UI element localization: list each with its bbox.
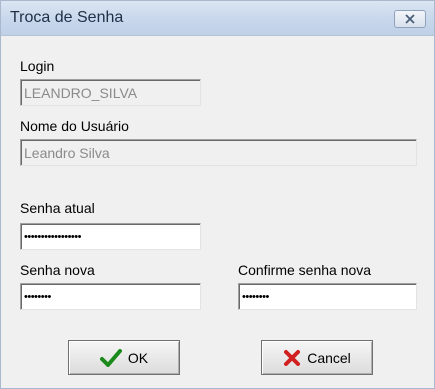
password-change-dialog: Troca de Senha Login Nome do Usuário Sen… xyxy=(0,0,435,389)
dialog-body: Login Nome do Usuário Senha atual Senha … xyxy=(1,36,434,388)
cancel-button-label: Cancel xyxy=(307,349,351,366)
current-password-field[interactable] xyxy=(20,223,201,250)
window-title: Troca de Senha xyxy=(10,9,124,26)
user-name-label: Nome do Usuário xyxy=(20,118,129,134)
login-field xyxy=(20,79,201,106)
confirm-password-field[interactable] xyxy=(238,283,417,310)
new-password-field[interactable] xyxy=(20,283,201,310)
checkmark-icon xyxy=(99,348,122,367)
new-password-label: Senha nova xyxy=(20,262,95,278)
ok-button[interactable]: OK xyxy=(68,340,180,375)
close-button[interactable] xyxy=(394,10,426,28)
title-bar[interactable]: Troca de Senha xyxy=(1,1,434,36)
login-label: Login xyxy=(20,58,55,74)
current-password-label: Senha atual xyxy=(20,200,95,216)
confirm-password-label: Confirme senha nova xyxy=(238,262,372,278)
cancel-button[interactable]: Cancel xyxy=(261,340,373,375)
x-icon xyxy=(283,349,301,367)
close-icon xyxy=(405,14,415,24)
user-name-field xyxy=(20,139,417,166)
ok-button-label: OK xyxy=(127,349,149,366)
